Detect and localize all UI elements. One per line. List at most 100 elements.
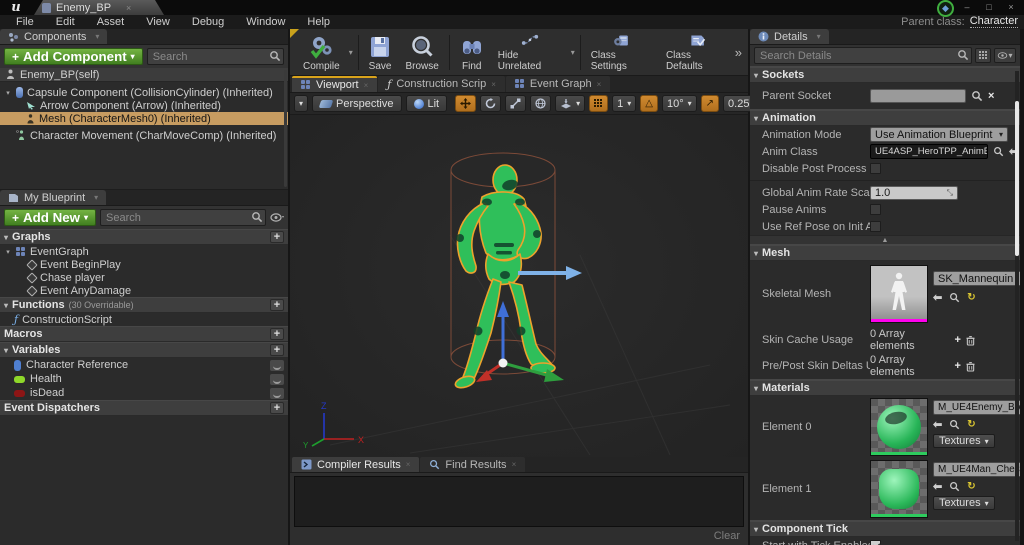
textures-button[interactable]: Textures ▾ [933,496,995,510]
add-new-button[interactable]: + Add New ▾ [4,209,96,226]
browse-button[interactable]: Browse [398,31,445,74]
material1-thumbnail[interactable] [870,460,928,518]
tab-close-icon[interactable]: × [512,460,517,469]
animation-mode-dropdown[interactable]: Use Animation Blueprint ▾ [870,127,1008,142]
tab-options-icon[interactable]: ▾ [95,32,99,41]
class-settings-button[interactable]: Class Settings [584,31,659,74]
component-row-capsule[interactable]: ▾ Capsule Component (CollisionCylinder) … [0,86,288,99]
rotation-snap-value-button[interactable]: 10° ▾ [662,95,697,112]
trash-icon[interactable] [966,335,975,346]
scale-mode-button[interactable] [505,95,526,112]
tab-details[interactable]: Details ▾ [750,29,829,44]
tab-close-icon[interactable]: × [406,460,411,469]
skeletal-mesh-dropdown[interactable]: SK_Mannequin ▾ [933,271,1020,286]
variable-isdead[interactable]: isDead [0,386,288,400]
tab-close-icon[interactable]: × [491,80,496,89]
viewport-options-button[interactable]: ▾ [294,95,308,112]
collapse-icon[interactable]: ▾ [4,233,8,242]
menu-file[interactable]: File [6,15,44,29]
add-array-element-icon[interactable]: + [954,334,960,346]
variables-header[interactable]: ▾ Variables + [0,342,288,358]
clear-button[interactable]: Clear [714,530,740,542]
trash-icon[interactable] [966,361,975,372]
tab-close-icon[interactable]: × [597,80,602,89]
graphs-header[interactable]: ▾ Graphs + [0,229,288,245]
parent-class-link[interactable]: Character [970,15,1018,28]
use-selected-icon[interactable]: ⬅ [933,418,942,431]
components-scrollbar[interactable] [284,70,287,187]
anim-class-dropdown[interactable]: UE4ASP_HeroTPP_AnimBlueprint_C ▾ [870,144,988,159]
add-dispatcher-button[interactable]: + [270,402,284,414]
add-function-button[interactable]: + [270,299,284,311]
browse-asset-icon[interactable] [949,419,960,430]
component-row-mesh[interactable]: Mesh (CharacterMesh0) (Inherited) [0,112,288,125]
myblueprint-search-input[interactable] [100,209,266,226]
asset-tab-enemy-bp[interactable]: Enemy_BP × [34,0,164,15]
disable-postprocess-checkbox[interactable] [870,163,881,174]
add-macro-button[interactable]: + [270,328,284,340]
pause-anims-checkbox[interactable] [870,204,881,215]
expand-arrow-icon[interactable]: ▾ [4,248,12,256]
menu-view[interactable]: View [136,15,180,29]
scale-snap-toggle[interactable]: ↗ [701,95,719,112]
reset-to-default-icon[interactable]: ↻ [967,481,975,492]
tab-construction-script[interactable]: ƒ Construction Scrip × [378,76,505,92]
event-anydamage-row[interactable]: Event AnyDamage [0,284,288,297]
compile-button[interactable]: Compile [296,31,347,74]
materials-header[interactable]: ▾ Materials [750,380,1020,396]
collapse-icon[interactable]: ▾ [754,249,758,258]
menu-debug[interactable]: Debug [182,15,234,29]
reset-to-default-icon[interactable]: ↻ [967,292,975,303]
variable-visibility-icon[interactable] [270,360,284,371]
search-icon[interactable] [971,90,983,102]
menu-edit[interactable]: Edit [46,15,85,29]
collapse-icon[interactable]: ▾ [754,384,758,393]
textures-button[interactable]: Textures ▾ [933,434,995,448]
component-row-self[interactable]: Enemy_BP(self) [0,68,288,82]
translate-mode-button[interactable] [455,95,476,112]
variable-visibility-icon[interactable] [270,374,284,385]
rotate-mode-button[interactable] [480,95,501,112]
view-options-button[interactable]: ▾ [994,48,1016,63]
reset-to-default-icon[interactable]: ↻ [967,419,975,430]
tab-event-graph[interactable]: Event Graph × [506,76,610,92]
tab-viewport[interactable]: Viewport × [292,76,377,92]
add-component-button[interactable]: + Add Component ▾ [4,48,143,65]
add-graph-button[interactable]: + [270,231,284,243]
material0-dropdown[interactable]: M_UE4Enemy_Body_2 ▾ [933,400,1020,415]
tab-my-blueprint[interactable]: My Blueprint ▾ [0,190,106,205]
tab-options-icon[interactable]: ▾ [94,193,98,202]
variable-character-reference[interactable]: Character Reference [0,358,288,372]
perspective-button[interactable]: Perspective [312,95,401,112]
minimize-button[interactable]: – [957,1,977,13]
display-filter-button[interactable] [975,48,991,63]
tab-compiler-results[interactable]: Compiler Results × [292,457,419,472]
surface-snap-button[interactable]: ▾ [555,95,585,112]
expand-arrow-icon[interactable]: ▾ [4,89,12,97]
collapse-icon[interactable]: ▾ [754,525,758,534]
variable-health[interactable]: Health [0,372,288,386]
view-options-eye-icon[interactable] [270,213,284,222]
hide-unrelated-button[interactable]: Hide Unrelated [491,31,569,74]
event-dispatchers-header[interactable]: Event Dispatchers + [0,400,288,416]
event-beginplay-row[interactable]: Event BeginPlay [0,258,288,271]
macros-header[interactable]: Macros + [0,326,288,342]
tick-enabled-checkbox[interactable] [870,540,881,545]
animation-header[interactable]: ▾ Animation [750,110,1020,126]
coordinate-system-button[interactable] [530,95,551,112]
components-search-input[interactable] [147,48,284,65]
collapse-icon[interactable]: ▾ [754,71,758,80]
chase-player-row[interactable]: Chase player [0,271,288,284]
tab-close-icon[interactable]: × [126,3,131,13]
viewport-3d[interactable]: Z X Y [290,115,748,457]
compiler-results-log[interactable] [294,476,744,527]
rotation-snap-toggle[interactable]: △ [640,95,658,112]
use-selected-icon[interactable]: ⬅ [933,480,942,493]
global-anim-rate-input[interactable]: 1.0 ⤡ [870,186,958,200]
find-button[interactable]: Find [453,31,491,74]
sockets-header[interactable]: ▾ Sockets [750,67,1020,83]
use-selected-icon[interactable]: ⬅ [933,291,942,304]
class-defaults-button[interactable]: Class Defaults [659,31,735,74]
collapse-icon[interactable]: ▾ [754,114,758,123]
tab-options-icon[interactable]: ▾ [817,32,821,41]
